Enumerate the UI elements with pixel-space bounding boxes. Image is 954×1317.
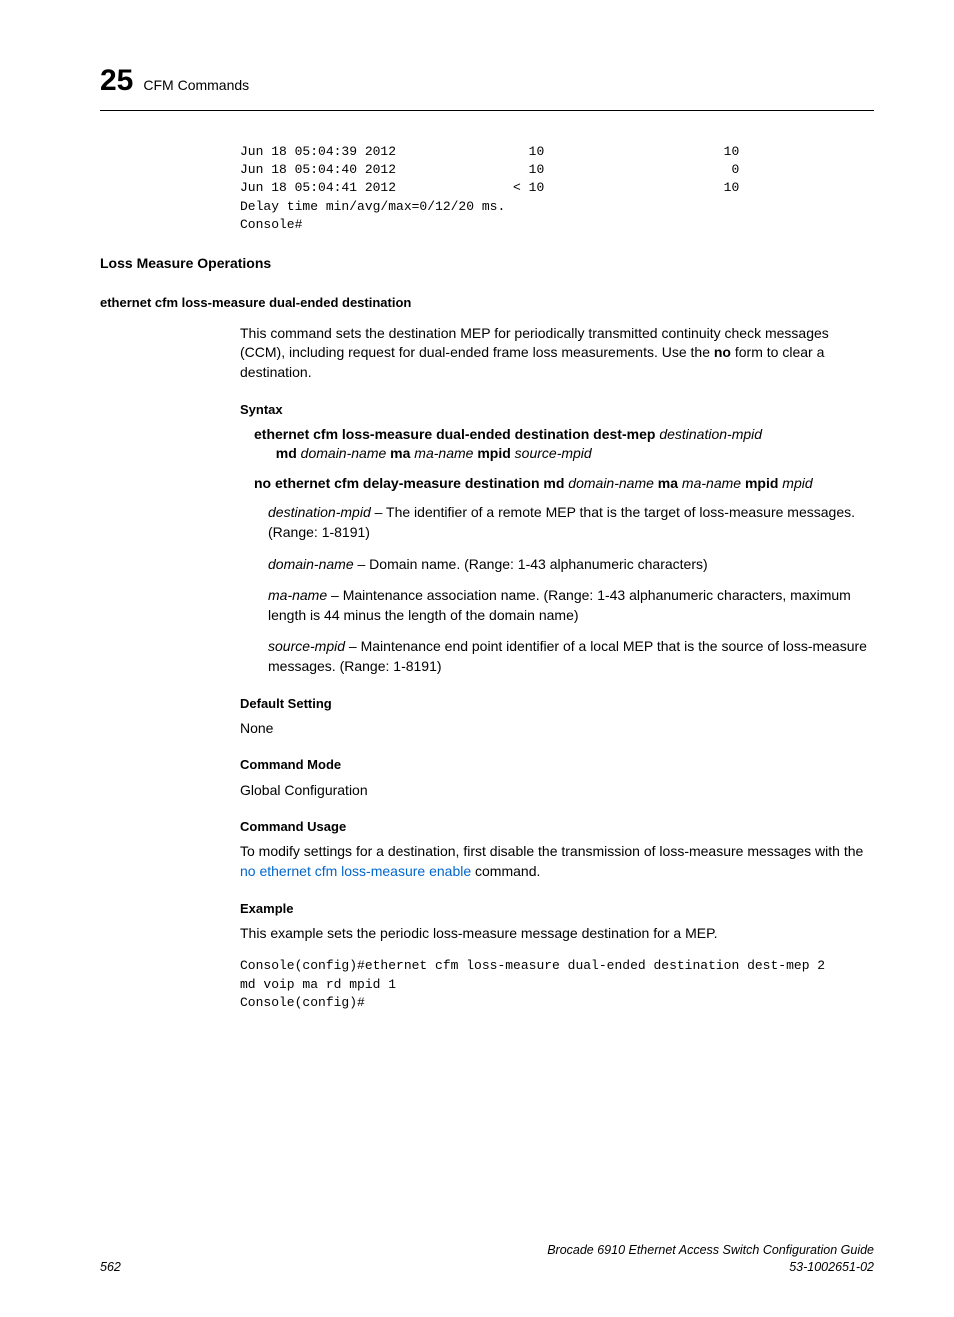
page-number: 562: [100, 1259, 121, 1277]
syntax-italic: destination-mpid: [659, 426, 762, 442]
mode-heading: Command Mode: [240, 756, 874, 774]
default-value: None: [240, 719, 874, 739]
chapter-title: CFM Commands: [143, 76, 249, 96]
syntax-bold: mpid: [473, 445, 514, 461]
syntax-2: no ethernet cfm delay-measure destinatio…: [268, 474, 874, 494]
syntax-bold: mpid: [741, 475, 782, 491]
command-heading: ethernet cfm loss-measure dual-ended des…: [100, 294, 874, 312]
intro-paragraph: This command sets the destination MEP fo…: [240, 324, 874, 383]
usage-paragraph: To modify settings for a destination, fi…: [240, 842, 874, 881]
usage-heading: Command Usage: [240, 818, 874, 836]
footer-right: Brocade 6910 Ethernet Access Switch Conf…: [547, 1242, 874, 1277]
syntax-heading: Syntax: [240, 401, 874, 419]
default-heading: Default Setting: [240, 695, 874, 713]
param-desc: – Domain name. (Range: 1-43 alphanumeric…: [354, 556, 708, 572]
syntax-italic: ma-name: [414, 445, 473, 461]
syntax-bold: no ethernet cfm delay-measure destinatio…: [254, 475, 568, 491]
command-body: This command sets the destination MEP fo…: [240, 324, 874, 944]
param-name: ma-name: [268, 587, 327, 603]
parameter-list: destination-mpid – The identifier of a r…: [268, 503, 874, 676]
usage-text-2: command.: [471, 863, 540, 879]
syntax-italic: domain-name: [301, 445, 387, 461]
usage-text-1: To modify settings for a destination, fi…: [240, 843, 863, 859]
param-ma-name: ma-name – Maintenance association name. …: [268, 586, 874, 625]
syntax-bold: ma: [386, 445, 414, 461]
param-desc: – Maintenance end point identifier of a …: [268, 638, 867, 674]
doc-number: 53-1002651-02: [547, 1259, 874, 1277]
syntax-italic: mpid: [782, 475, 812, 491]
console-output-2: Console(config)#ethernet cfm loss-measur…: [240, 957, 874, 1012]
section-heading-loss: Loss Measure Operations: [100, 254, 874, 274]
param-domain-name: domain-name – Domain name. (Range: 1-43 …: [268, 555, 874, 575]
example-paragraph: This example sets the periodic loss-meas…: [240, 924, 874, 944]
param-name: destination-mpid: [268, 504, 371, 520]
syntax-1: ethernet cfm loss-measure dual-ended des…: [268, 425, 874, 464]
param-name: domain-name: [268, 556, 354, 572]
syntax-bold: ethernet cfm loss-measure dual-ended des…: [254, 426, 659, 442]
page-footer: 562 Brocade 6910 Ethernet Access Switch …: [100, 1242, 874, 1277]
mode-value: Global Configuration: [240, 781, 874, 801]
page-header: 25 CFM Commands: [100, 60, 874, 111]
chapter-number: 25: [100, 60, 133, 102]
syntax-italic: ma-name: [682, 475, 741, 491]
usage-link[interactable]: no ethernet cfm loss-measure enable: [240, 863, 471, 879]
example-heading: Example: [240, 900, 874, 918]
param-destination-mpid: destination-mpid – The identifier of a r…: [268, 503, 874, 542]
console-output-1: Jun 18 05:04:39 2012 10 10 Jun 18 05:04:…: [240, 143, 874, 234]
param-source-mpid: source-mpid – Maintenance end point iden…: [268, 637, 874, 676]
syntax-italic: domain-name: [568, 475, 654, 491]
intro-no: no: [714, 344, 731, 360]
syntax-italic: source-mpid: [515, 445, 592, 461]
syntax-bold: ma: [654, 475, 682, 491]
syntax-bold: md: [276, 445, 301, 461]
param-name: source-mpid: [268, 638, 345, 654]
param-desc: – Maintenance association name. (Range: …: [268, 587, 851, 623]
doc-title: Brocade 6910 Ethernet Access Switch Conf…: [547, 1242, 874, 1260]
